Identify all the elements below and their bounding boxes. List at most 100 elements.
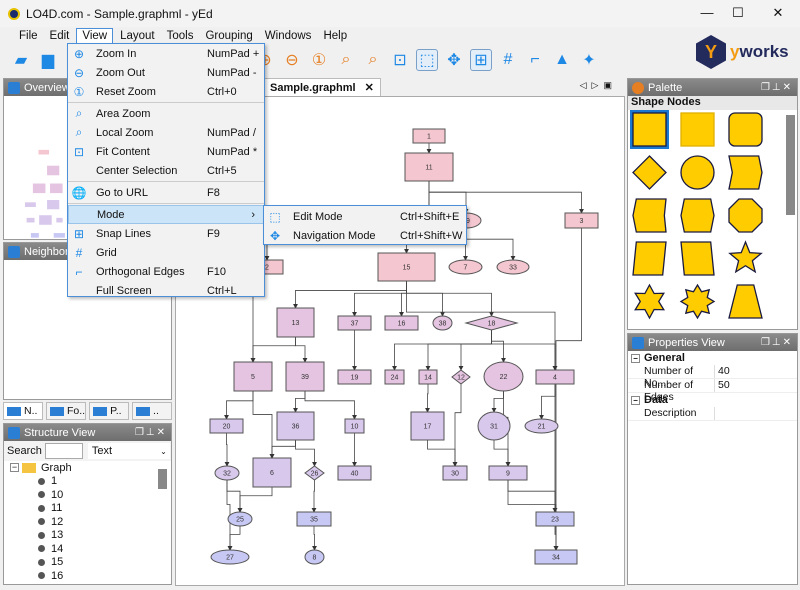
panel-controls[interactable]: ❐⊥✕ bbox=[135, 427, 171, 438]
menu-item-orthogonal-edges[interactable]: ⌐ Orthogonal Edges F10 bbox=[68, 262, 264, 281]
palette-shape-octagon[interactable] bbox=[728, 198, 763, 233]
graph-node[interactable]: 10 bbox=[344, 418, 365, 434]
edit-mode-icon[interactable]: ⬚ bbox=[416, 48, 438, 71]
graph-node[interactable]: 22 bbox=[483, 361, 524, 392]
dock-tab[interactable]: Fo.. bbox=[45, 402, 87, 420]
graph-edge[interactable] bbox=[425, 384, 430, 413]
graph-edge[interactable] bbox=[465, 228, 516, 261]
palette-shape-ellipse[interactable] bbox=[680, 155, 715, 190]
collapse-icon[interactable]: − bbox=[631, 395, 640, 405]
menu-item-mode[interactable]: Mode › bbox=[68, 205, 264, 224]
tree-item[interactable]: 1 bbox=[4, 475, 171, 489]
layout-icon[interactable]: ▲ bbox=[551, 49, 573, 71]
graph-edge[interactable] bbox=[491, 391, 504, 413]
graph-node[interactable]: 19 bbox=[337, 369, 372, 385]
palette-shape-star6[interactable] bbox=[634, 283, 665, 320]
graph-edge[interactable] bbox=[224, 433, 230, 467]
palette-shape-fat-arrow-left[interactable] bbox=[632, 198, 667, 233]
scrollbar-thumb[interactable] bbox=[158, 469, 167, 489]
palette-shape-round-rectangle[interactable] bbox=[728, 112, 763, 147]
graph-node[interactable]: 8 bbox=[304, 549, 325, 565]
graph-node[interactable]: 26 bbox=[304, 465, 325, 481]
dock-tab[interactable]: N.. bbox=[3, 402, 43, 420]
menu-file[interactable]: File bbox=[14, 29, 43, 43]
graph-node[interactable]: 35 bbox=[296, 511, 332, 527]
graph-edge[interactable] bbox=[312, 526, 317, 551]
property-row[interactable]: Number of Edges 50 bbox=[628, 379, 797, 403]
graph-edge[interactable] bbox=[406, 281, 494, 317]
graph-edge[interactable] bbox=[491, 330, 506, 363]
search-input[interactable] bbox=[44, 443, 83, 459]
graph-edge[interactable] bbox=[269, 440, 296, 459]
tree-item[interactable]: 16 bbox=[4, 569, 171, 583]
collapse-icon[interactable]: − bbox=[10, 463, 19, 473]
panel-controls[interactable]: ❐⊥✕ bbox=[761, 82, 797, 93]
tree-item[interactable]: 12 bbox=[4, 515, 171, 529]
graph-node[interactable]: 40 bbox=[337, 465, 372, 481]
graph-edge[interactable] bbox=[224, 391, 254, 420]
tab-nav-icons[interactable]: ◁▷▣ bbox=[580, 80, 617, 91]
menu-item-area-zoom[interactable]: ⌕ Area Zoom bbox=[68, 104, 264, 123]
tree-item[interactable]: 13 bbox=[4, 529, 171, 543]
graph-node[interactable]: 34 bbox=[534, 549, 578, 565]
graph-node[interactable]: 38 bbox=[432, 315, 453, 331]
snap-lines-icon[interactable]: ⊞ bbox=[470, 48, 492, 71]
local-zoom-icon[interactable]: ⌕ bbox=[362, 49, 384, 71]
dock-tab[interactable]: .. bbox=[132, 402, 172, 420]
palette-shape-parallelogram-reverse[interactable] bbox=[680, 241, 715, 276]
filter-select[interactable]: Text ⌄ bbox=[87, 443, 170, 459]
graph-node[interactable]: 16 bbox=[384, 315, 419, 331]
graph-node[interactable]: 18 bbox=[464, 315, 519, 331]
graph-node[interactable]: 17 bbox=[410, 411, 445, 441]
graph-edge[interactable] bbox=[493, 440, 511, 467]
graph-node[interactable]: 36 bbox=[276, 411, 315, 441]
graph-node[interactable]: 39 bbox=[285, 361, 325, 392]
graph-edge[interactable] bbox=[392, 330, 492, 371]
graph-edge[interactable] bbox=[250, 337, 296, 363]
graph-edge[interactable] bbox=[252, 391, 275, 459]
menu-item-fit-content[interactable]: ⊡ Fit Content NumPad * bbox=[68, 142, 264, 161]
palette-section-header[interactable]: Shape Nodes bbox=[628, 96, 797, 110]
panel-controls[interactable]: ❐⊥✕ bbox=[761, 337, 797, 348]
palette-shape-rectangle[interactable] bbox=[632, 112, 667, 147]
menu-item-navigation-mode[interactable]: ✥ Navigation Mode Ctrl+Shift+W bbox=[264, 226, 466, 245]
graph-edge[interactable] bbox=[507, 480, 558, 513]
menu-grouping[interactable]: Grouping bbox=[200, 29, 257, 43]
magic-wand-icon[interactable]: ✦ bbox=[578, 49, 600, 71]
menu-view[interactable]: View bbox=[76, 27, 114, 44]
menu-item-reset-zoom[interactable]: ① Reset Zoom Ctrl+0 bbox=[68, 82, 264, 101]
graph-edge[interactable] bbox=[406, 281, 445, 317]
graph-node[interactable]: 37 bbox=[337, 315, 372, 331]
graph-edge[interactable] bbox=[539, 384, 556, 420]
menu-item-center-selection[interactable]: Center Selection Ctrl+5 bbox=[68, 161, 264, 180]
graph-node[interactable]: 7 bbox=[448, 259, 483, 275]
graph-node[interactable]: 32 bbox=[214, 465, 240, 481]
graph-node[interactable]: 20 bbox=[209, 418, 244, 434]
palette-shape-hexagon[interactable] bbox=[680, 198, 715, 233]
graph-edge[interactable] bbox=[352, 281, 407, 317]
area-zoom-icon[interactable]: ⌕ bbox=[335, 49, 357, 71]
fit-content-icon[interactable]: ⊡ bbox=[389, 49, 411, 71]
menu-help[interactable]: Help bbox=[318, 29, 352, 43]
graph-node[interactable]: 11 bbox=[404, 152, 454, 182]
graph-node[interactable]: 13 bbox=[276, 307, 315, 338]
menu-windows[interactable]: Windows bbox=[260, 29, 317, 43]
palette-shape-star8[interactable] bbox=[679, 283, 716, 320]
graph-node[interactable]: 5 bbox=[233, 361, 273, 392]
graph-node[interactable]: 12 bbox=[451, 369, 471, 385]
tab-sample-graphml[interactable]: Sample.graphml ✕ bbox=[263, 78, 381, 96]
menu-tools[interactable]: Tools bbox=[162, 29, 199, 43]
open-icon[interactable]: ▆ bbox=[37, 49, 59, 71]
graph-edge[interactable] bbox=[293, 391, 306, 413]
graph-node[interactable]: 1 bbox=[412, 128, 446, 144]
palette-shape-banner[interactable] bbox=[728, 155, 763, 190]
palette-shape-trapezoid[interactable] bbox=[728, 284, 763, 319]
graph-node[interactable]: 33 bbox=[496, 259, 530, 275]
graph-edge[interactable] bbox=[293, 281, 407, 309]
graph-node[interactable]: 25 bbox=[227, 511, 253, 527]
menu-item-edit-mode[interactable]: ⬚ Edit Mode Ctrl+Shift+E bbox=[264, 207, 466, 226]
graph-node[interactable]: 24 bbox=[384, 369, 405, 385]
tree-root[interactable]: − Graph bbox=[4, 461, 171, 475]
property-section[interactable]: − General bbox=[628, 351, 797, 365]
graph-node[interactable]: 15 bbox=[377, 252, 436, 282]
